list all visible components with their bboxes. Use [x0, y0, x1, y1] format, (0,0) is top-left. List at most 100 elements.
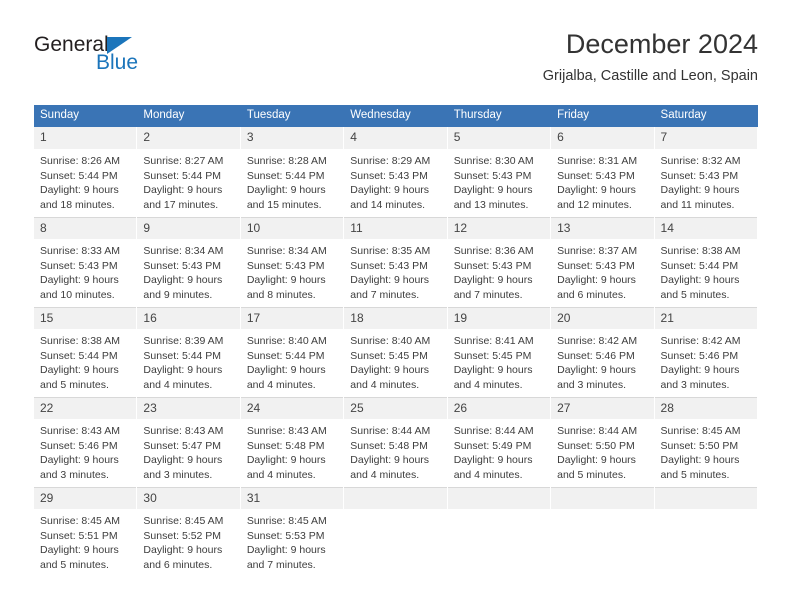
- day-cell-inner[interactable]: 25 Sunrise: 8:44 AM Sunset: 5:48 PM Dayligh…: [344, 397, 448, 487]
- calendar-day-cell[interactable]: [654, 487, 758, 577]
- day-cell-inner[interactable]: [654, 487, 758, 577]
- sunrise-text: Sunrise: 8:43 AM: [143, 425, 224, 437]
- day-number: 30: [137, 487, 240, 509]
- day-sun-info: Sunrise: 8:37 AM Sunset: 5:43 PM Daylight:…: [551, 239, 653, 302]
- day-number: 31: [240, 487, 344, 509]
- daylight-text-line1: Daylight: 9 hours: [143, 184, 223, 197]
- day-cell-inner[interactable]: 22 Sunrise: 8:43 AM Sunset: 5:46 PM Dayligh…: [34, 397, 138, 487]
- daylight-text-line2: and 4 minutes.: [453, 378, 523, 391]
- day-cell-inner[interactable]: 23 Sunrise: 8:43 AM Sunset: 5:47 PM Dayligh…: [137, 397, 241, 487]
- day-cell-inner[interactable]: 11 Sunrise: 8:35 AM Sunset: 5:43 PM Dayligh…: [344, 217, 448, 307]
- day-cell-inner[interactable]: 15 Sunrise: 8:38 AM Sunset: 5:44 PM Dayligh…: [34, 307, 138, 397]
- calendar-day-cell[interactable]: 28 Sunrise: 8:45 AM Sunset: 5:50 PM Dayligh…: [654, 397, 758, 487]
- calendar-day-cell[interactable]: 6 Sunrise: 8:31 AM Sunset: 5:43 PM Daylight…: [551, 127, 655, 217]
- daylight-text-line1: Daylight: 9 hours: [660, 454, 740, 467]
- calendar-day-cell[interactable]: 31 Sunrise: 8:45 AM Sunset: 5:53 PM Dayligh…: [240, 487, 345, 577]
- day-sun-info: Sunrise: 8:35 AM Sunset: 5:43 PM Daylight:…: [344, 239, 446, 302]
- sunset-text: Sunset: 5:47 PM: [143, 439, 222, 452]
- day-number: [551, 487, 654, 509]
- day-cell-inner[interactable]: [551, 487, 655, 577]
- calendar-day-cell[interactable]: 7 Sunrise: 8:32 AM Sunset: 5:43 PM Daylight…: [654, 127, 758, 217]
- calendar-day-cell[interactable]: 12 Sunrise: 8:36 AM Sunset: 5:43 PM Dayligh…: [447, 217, 552, 307]
- calendar-day-cell[interactable]: 15 Sunrise: 8:38 AM Sunset: 5:44 PM Dayligh…: [34, 307, 138, 397]
- calendar-day-cell[interactable]: 30 Sunrise: 8:45 AM Sunset: 5:52 PM Dayligh…: [137, 487, 241, 577]
- sunrise-text: Sunrise: 8:36 AM: [453, 245, 534, 257]
- day-cell-inner[interactable]: 8 Sunrise: 8:33 AM Sunset: 5:43 PM Daylight…: [34, 217, 138, 307]
- day-number: 24: [240, 397, 344, 419]
- calendar-day-cell[interactable]: 2 Sunrise: 8:27 AM Sunset: 5:44 PM Daylight…: [137, 127, 241, 217]
- day-cell-inner[interactable]: 30 Sunrise: 8:45 AM Sunset: 5:52 PM Dayligh…: [137, 487, 241, 577]
- day-cell-inner[interactable]: 9 Sunrise: 8:34 AM Sunset: 5:43 PM Daylight…: [137, 217, 241, 307]
- sunrise-text: Sunrise: 8:29 AM: [350, 155, 431, 167]
- calendar-day-cell[interactable]: 5 Sunrise: 8:30 AM Sunset: 5:43 PM Daylight…: [447, 127, 552, 217]
- daylight-text-line2: and 5 minutes.: [40, 378, 109, 391]
- day-cell-inner[interactable]: 6 Sunrise: 8:31 AM Sunset: 5:43 PM Daylight…: [551, 127, 655, 217]
- calendar-day-cell[interactable]: 20 Sunrise: 8:42 AM Sunset: 5:46 PM Dayligh…: [551, 307, 655, 397]
- day-cell-inner[interactable]: 21 Sunrise: 8:42 AM Sunset: 5:46 PM Dayligh…: [654, 307, 758, 397]
- calendar-day-cell[interactable]: 17 Sunrise: 8:40 AM Sunset: 5:44 PM Dayligh…: [240, 307, 345, 397]
- sunrise-text: Sunrise: 8:40 AM: [350, 335, 431, 347]
- calendar-day-cell[interactable]: 18 Sunrise: 8:40 AM Sunset: 5:45 PM Dayligh…: [344, 307, 448, 397]
- calendar-day-cell[interactable]: 22 Sunrise: 8:43 AM Sunset: 5:46 PM Dayligh…: [34, 397, 138, 487]
- day-cell-inner[interactable]: 4 Sunrise: 8:29 AM Sunset: 5:43 PM Daylight…: [344, 127, 448, 217]
- sunrise-text: Sunrise: 8:30 AM: [453, 155, 534, 167]
- calendar-day-cell[interactable]: 8 Sunrise: 8:33 AM Sunset: 5:43 PM Daylight…: [34, 217, 138, 307]
- day-cell-inner[interactable]: 2 Sunrise: 8:27 AM Sunset: 5:44 PM Daylight…: [137, 127, 241, 217]
- calendar-header-row: Sunday Monday Tuesday Wednesday Thursday…: [34, 105, 758, 127]
- calendar-day-cell[interactable]: 3 Sunrise: 8:28 AM Sunset: 5:44 PM Daylight…: [240, 127, 345, 217]
- day-cell-inner[interactable]: 29 Sunrise: 8:45 AM Sunset: 5:51 PM Dayligh…: [34, 487, 138, 577]
- day-sun-info: Sunrise: 8:27 AM Sunset: 5:44 PM Daylight:…: [137, 149, 239, 212]
- day-cell-inner[interactable]: 24 Sunrise: 8:43 AM Sunset: 5:48 PM Dayligh…: [240, 397, 345, 487]
- calendar-day-cell[interactable]: 11 Sunrise: 8:35 AM Sunset: 5:43 PM Dayligh…: [344, 217, 448, 307]
- calendar-day-cell[interactable]: 27 Sunrise: 8:44 AM Sunset: 5:50 PM Dayligh…: [551, 397, 655, 487]
- calendar-day-cell[interactable]: [344, 487, 448, 577]
- day-cell-inner[interactable]: 10 Sunrise: 8:34 AM Sunset: 5:43 PM Dayligh…: [240, 217, 345, 307]
- calendar-day-cell[interactable]: 1 Sunrise: 8:26 AM Sunset: 5:44 PM Daylight…: [34, 127, 138, 217]
- calendar-day-cell[interactable]: 19 Sunrise: 8:41 AM Sunset: 5:45 PM Dayligh…: [447, 307, 552, 397]
- day-cell-inner[interactable]: [344, 487, 448, 577]
- calendar-day-cell[interactable]: 9 Sunrise: 8:34 AM Sunset: 5:43 PM Daylight…: [137, 217, 241, 307]
- calendar-day-cell[interactable]: [551, 487, 655, 577]
- calendar-day-cell[interactable]: 10 Sunrise: 8:34 AM Sunset: 5:43 PM Dayligh…: [240, 217, 345, 307]
- daylight-text-line2: and 10 minutes.: [40, 288, 115, 301]
- day-cell-inner[interactable]: 14 Sunrise: 8:38 AM Sunset: 5:44 PM Dayligh…: [654, 217, 758, 307]
- day-cell-inner[interactable]: 28 Sunrise: 8:45 AM Sunset: 5:50 PM Dayligh…: [654, 397, 758, 487]
- day-number: 5: [447, 127, 551, 149]
- calendar-day-cell[interactable]: 21 Sunrise: 8:42 AM Sunset: 5:46 PM Dayligh…: [654, 307, 758, 397]
- day-number: 29: [34, 487, 137, 509]
- calendar-week-row: 1 Sunrise: 8:26 AM Sunset: 5:44 PM Daylight…: [34, 127, 758, 217]
- calendar-day-cell[interactable]: 13 Sunrise: 8:37 AM Sunset: 5:43 PM Dayligh…: [551, 217, 655, 307]
- day-cell-inner[interactable]: 16 Sunrise: 8:39 AM Sunset: 5:44 PM Dayligh…: [137, 307, 241, 397]
- calendar-day-cell[interactable]: 14 Sunrise: 8:38 AM Sunset: 5:44 PM Dayligh…: [654, 217, 758, 307]
- general-blue-logo[interactable]: General Blue: [34, 34, 224, 90]
- day-cell-inner[interactable]: 18 Sunrise: 8:40 AM Sunset: 5:45 PM Dayligh…: [344, 307, 448, 397]
- day-cell-inner[interactable]: 12 Sunrise: 8:36 AM Sunset: 5:43 PM Dayligh…: [447, 217, 552, 307]
- calendar-day-cell[interactable]: [447, 487, 552, 577]
- sunrise-text: Sunrise: 8:45 AM: [40, 515, 120, 527]
- day-cell-inner[interactable]: 26 Sunrise: 8:44 AM Sunset: 5:49 PM Dayligh…: [447, 397, 552, 487]
- day-cell-inner[interactable]: [447, 487, 552, 577]
- day-cell-inner[interactable]: 5 Sunrise: 8:30 AM Sunset: 5:43 PM Daylight…: [447, 127, 552, 217]
- day-cell-inner[interactable]: 13 Sunrise: 8:37 AM Sunset: 5:43 PM Dayligh…: [551, 217, 655, 307]
- day-cell-inner[interactable]: 7 Sunrise: 8:32 AM Sunset: 5:43 PM Daylight…: [654, 127, 758, 217]
- day-sun-info: Sunrise: 8:34 AM Sunset: 5:43 PM Daylight:…: [137, 239, 239, 302]
- weekday-header-monday: Monday: [137, 105, 241, 127]
- calendar-day-cell[interactable]: 25 Sunrise: 8:44 AM Sunset: 5:48 PM Dayligh…: [344, 397, 448, 487]
- calendar-day-cell[interactable]: 26 Sunrise: 8:44 AM Sunset: 5:49 PM Dayligh…: [447, 397, 552, 487]
- calendar-day-cell[interactable]: 16 Sunrise: 8:39 AM Sunset: 5:44 PM Dayligh…: [137, 307, 241, 397]
- day-cell-inner[interactable]: 19 Sunrise: 8:41 AM Sunset: 5:45 PM Dayligh…: [447, 307, 552, 397]
- day-cell-inner[interactable]: 1 Sunrise: 8:26 AM Sunset: 5:44 PM Daylight…: [34, 127, 138, 217]
- sunset-text: Sunset: 5:53 PM: [246, 529, 325, 542]
- day-cell-inner[interactable]: 3 Sunrise: 8:28 AM Sunset: 5:44 PM Daylight…: [240, 127, 345, 217]
- day-cell-inner[interactable]: 17 Sunrise: 8:40 AM Sunset: 5:44 PM Dayligh…: [240, 307, 345, 397]
- daylight-text-line1: Daylight: 9 hours: [246, 274, 326, 287]
- calendar-day-cell[interactable]: 29 Sunrise: 8:45 AM Sunset: 5:51 PM Dayligh…: [34, 487, 138, 577]
- calendar-day-cell[interactable]: 23 Sunrise: 8:43 AM Sunset: 5:47 PM Dayligh…: [137, 397, 241, 487]
- day-number: 7: [654, 127, 757, 149]
- calendar-day-cell[interactable]: 4 Sunrise: 8:29 AM Sunset: 5:43 PM Daylight…: [344, 127, 448, 217]
- calendar-day-cell[interactable]: 24 Sunrise: 8:43 AM Sunset: 5:48 PM Dayligh…: [240, 397, 345, 487]
- day-cell-inner[interactable]: 27 Sunrise: 8:44 AM Sunset: 5:50 PM Dayligh…: [551, 397, 655, 487]
- day-cell-inner[interactable]: 20 Sunrise: 8:42 AM Sunset: 5:46 PM Dayligh…: [551, 307, 655, 397]
- day-number: 19: [447, 307, 551, 329]
- day-cell-inner[interactable]: 31 Sunrise: 8:45 AM Sunset: 5:53 PM Dayligh…: [240, 487, 345, 577]
